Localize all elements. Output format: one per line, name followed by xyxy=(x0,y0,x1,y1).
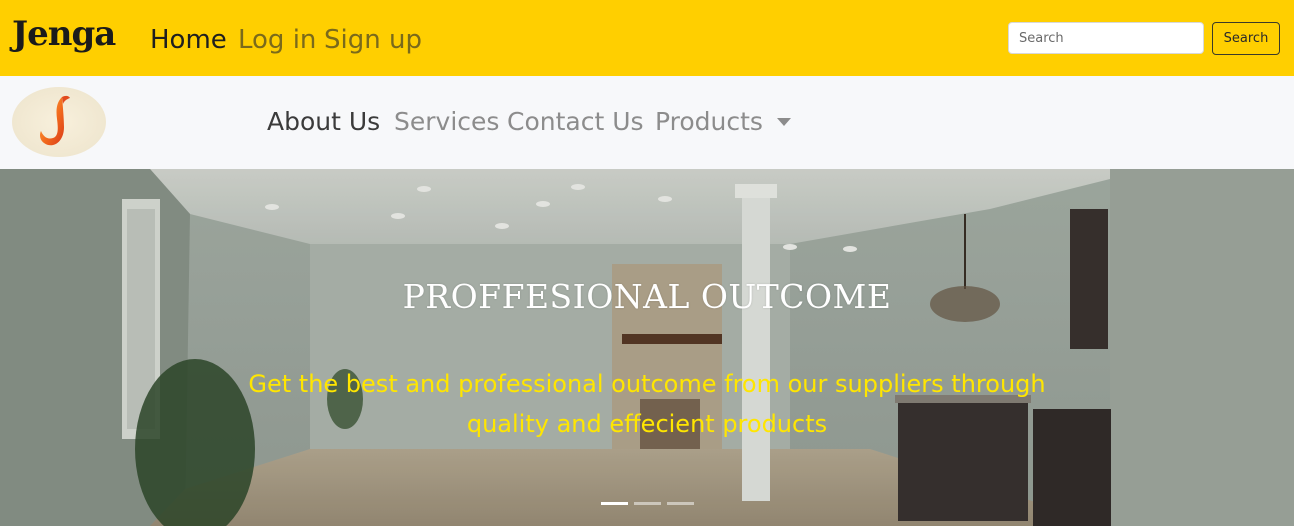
nav-link-about-us[interactable]: About Us xyxy=(267,104,380,140)
search-input[interactable] xyxy=(1008,22,1204,54)
products-label: Products xyxy=(655,107,763,136)
carousel-indicator-2[interactable] xyxy=(633,502,661,505)
company-logo[interactable] xyxy=(12,87,106,157)
hero-subtitle: Get the best and professional outcome fr… xyxy=(240,364,1054,444)
nav-dropdown-products[interactable]: Products xyxy=(655,104,791,140)
top-navbar: Jenga Home Log in Sign up Search xyxy=(0,0,1294,76)
hero-background-image xyxy=(0,169,1294,526)
search-button[interactable]: Search xyxy=(1212,22,1280,55)
hero-carousel: PROFFESIONAL OUTCOME Get the best and pr… xyxy=(0,169,1294,526)
nav-link-signup[interactable]: Sign up xyxy=(324,22,422,58)
caret-down-icon xyxy=(776,118,791,126)
nav-link-login[interactable]: Log in xyxy=(238,22,316,58)
carousel-indicators xyxy=(0,502,1294,505)
nav-link-home[interactable]: Home xyxy=(150,22,227,58)
hero-subtitle-line-2: quality and effecient products xyxy=(466,410,828,438)
brand-logo-text[interactable]: Jenga xyxy=(12,14,116,54)
hero-subtitle-line-1: Get the best and professional outcome fr… xyxy=(248,370,1046,398)
logo-j-icon xyxy=(12,87,106,157)
nav-link-contact-us[interactable]: Contact Us xyxy=(507,104,644,140)
carousel-indicator-1[interactable] xyxy=(600,502,628,505)
nav-link-services[interactable]: Services xyxy=(394,104,499,140)
secondary-navbar: About Us Services Contact Us Products xyxy=(0,76,1294,169)
hero-title: PROFFESIONAL OUTCOME xyxy=(402,277,892,316)
carousel-indicator-3[interactable] xyxy=(666,502,694,505)
